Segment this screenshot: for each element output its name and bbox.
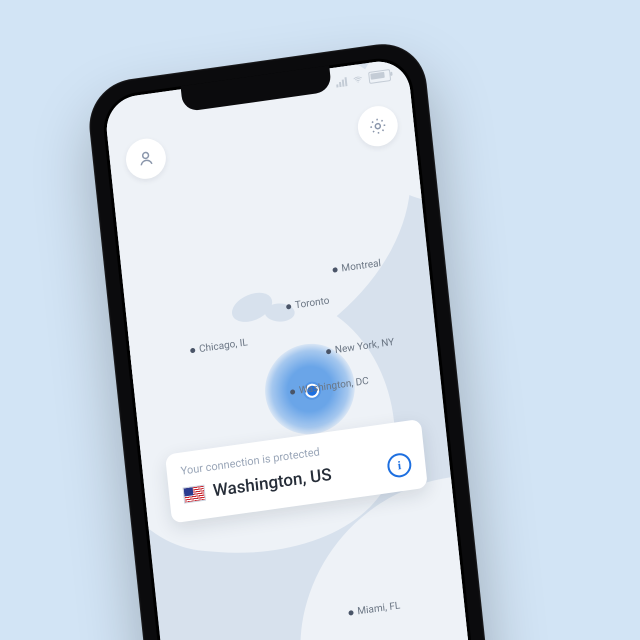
gear-icon [367,115,389,138]
phone-frame: Chicago, ILTorontoMontrealNew York, NYWa… [85,38,495,640]
battery-icon [368,69,391,84]
city-dot-icon [332,267,337,273]
cellular-icon [336,76,348,87]
flag-icon-us [183,485,206,504]
wifi-icon [351,74,364,86]
app-screen: Chicago, ILTorontoMontrealNew York, NYWa… [104,58,477,640]
city-dot-icon [348,610,353,616]
city-dot-icon [286,304,291,310]
person-icon [135,147,157,170]
city-dot-icon [290,389,295,395]
info-icon[interactable] [386,452,412,479]
city-dot-icon [326,349,331,355]
city-dot-icon [190,348,195,354]
